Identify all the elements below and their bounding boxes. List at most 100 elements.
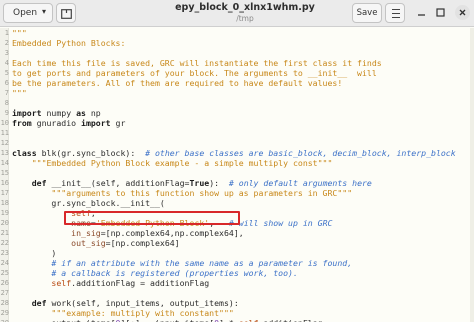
close-button[interactable] <box>455 5 470 20</box>
code-line[interactable]: 28 def work(self, input_items, output_it… <box>0 298 474 308</box>
code-line[interactable]: 19 self, <box>0 208 474 218</box>
minimize-button[interactable] <box>414 5 429 20</box>
line-number: 24 <box>0 259 9 267</box>
code-line[interactable]: 3 <box>0 48 474 58</box>
line-number: 5 <box>4 69 9 77</box>
code-token: , <box>90 208 96 218</box>
line-number: 20 <box>0 219 9 227</box>
code-token: 'Embedded Python Block' <box>95 218 210 228</box>
code-line[interactable]: 9 import numpy as np <box>0 108 474 118</box>
code-token: # will show up in GRC <box>228 218 333 228</box>
window-title: epy_block_0_xlnx1whm.py /tmp <box>140 2 350 23</box>
code-line[interactable]: 18 gr.sync_block.__init__( <box>0 198 474 208</box>
code-token: =[np.complex64,np.complex64], <box>100 228 244 238</box>
code-line[interactable]: 25 # a callback is registered (propertie… <box>0 268 474 278</box>
maximize-button[interactable] <box>433 5 448 20</box>
code-token: import <box>12 108 42 118</box>
code-text: # a callback is registered (properties w… <box>12 268 298 278</box>
minimize-icon <box>418 14 425 16</box>
code-text: out_sig=[np.complex64] <box>12 238 179 248</box>
code-line[interactable]: 29 """example: multiply with constant""" <box>0 308 474 318</box>
code-token: ) <box>12 248 57 258</box>
code-line[interactable]: 8 <box>0 98 474 108</box>
code-line[interactable]: 10 from gnuradio import gr <box>0 118 474 128</box>
code-token: ): <box>209 178 229 188</box>
line-number: 1 <box>4 29 9 37</box>
code-line[interactable]: 27 <box>0 288 474 298</box>
code-line[interactable]: 12 <box>0 138 474 148</box>
code-token: True <box>189 178 210 188</box>
line-number: 25 <box>0 269 9 277</box>
code-token: , <box>209 218 229 228</box>
code-token: from <box>12 118 32 128</box>
code-line[interactable]: 26 self.additionFlag = additionFlag <box>0 278 474 288</box>
code-token: """ <box>12 88 27 98</box>
code-editor[interactable]: 1 """ 2 Embedded Python Blocks: 3 4 Each time … <box>0 28 474 322</box>
code-line[interactable]: 4 Each time this file is saved, GRC will … <box>0 58 474 68</box>
code-token: be the parameters. All of them are requi… <box>12 78 343 88</box>
new-tab-icon <box>61 9 72 19</box>
close-icon <box>459 9 466 16</box>
file-name: epy_block_0_xlnx1whm.py <box>175 2 315 13</box>
code-token: gr.sync_block.__init__( <box>12 198 165 208</box>
code-text: self.additionFlag = additionFlag <box>12 278 209 288</box>
open-button[interactable]: Open ▾ <box>3 3 53 23</box>
code-text: def work(self, input_items, output_items… <box>12 298 239 308</box>
new-document-button[interactable] <box>56 3 76 23</box>
line-number: 14 <box>0 159 9 167</box>
code-token: """ <box>12 28 27 38</box>
line-number: 15 <box>0 169 9 177</box>
code-line[interactable]: 2 Embedded Python Blocks: <box>0 38 474 48</box>
line-number: 7 <box>4 89 9 97</box>
code-token: """arguments to this function show up as… <box>12 188 353 198</box>
code-line[interactable]: 17 """arguments to this function show up… <box>0 188 474 198</box>
line-number: 10 <box>0 119 9 127</box>
open-button-label: Open <box>13 8 38 18</box>
line-number: 30 <box>0 318 9 322</box>
code-line[interactable]: 5 to get ports and parameters of your blo… <box>0 68 474 78</box>
code-text: Each time this file is saved, GRC will i… <box>12 58 382 68</box>
code-token: blk(gr.sync_block): <box>36 148 146 158</box>
code-token: np <box>85 108 101 118</box>
code-line[interactable]: 11 <box>0 128 474 138</box>
code-token: ] * <box>219 318 239 322</box>
code-text: class blk(gr.sync_block): # other base c… <box>12 148 456 158</box>
code-token: Each time this file is saved, GRC will i… <box>12 58 382 68</box>
code-line[interactable]: 14 """Embedded Python Block example - a … <box>0 158 474 168</box>
code-token: in_sig <box>12 228 101 238</box>
line-number: 22 <box>0 239 9 247</box>
menu-icon <box>392 9 400 11</box>
save-button[interactable]: Save <box>352 3 382 23</box>
line-number: 28 <box>0 299 9 307</box>
maximize-icon <box>436 8 445 17</box>
code-text: def __init__(self, additionFlag=True): #… <box>12 178 372 188</box>
code-token: """Embedded Python Block example - a sim… <box>12 158 333 168</box>
code-line[interactable]: 24 # if an attribute with the same name … <box>0 258 474 268</box>
code-text: gr.sync_block.__init__( <box>12 198 165 208</box>
code-text: import numpy as np <box>12 108 101 118</box>
code-token: # a callback is registered (properties w… <box>12 268 298 278</box>
code-token: out_sig <box>12 238 106 248</box>
line-number: 4 <box>4 59 9 67</box>
code-token: .additionFlag <box>259 318 323 322</box>
code-line[interactable]: 30 output_items[0][:] = input_items[0] *… <box>0 318 474 322</box>
code-line[interactable]: 20 name='Embedded Python Block', # will … <box>0 218 474 228</box>
code-line[interactable]: 16 def __init__(self, additionFlag=True)… <box>0 178 474 188</box>
hamburger-menu-button[interactable] <box>385 3 405 23</box>
code-token: class <box>12 148 37 158</box>
vertical-scrollbar[interactable] <box>470 28 474 322</box>
code-text: from gnuradio import gr <box>12 118 125 128</box>
line-number: 11 <box>0 129 9 137</box>
code-line[interactable]: 23 ) <box>0 248 474 258</box>
code-token: __init__(self, additionFlag= <box>46 178 190 188</box>
code-line[interactable]: 22 out_sig=[np.complex64] <box>0 238 474 248</box>
code-line[interactable]: 15 <box>0 168 474 178</box>
code-line[interactable]: 21 in_sig=[np.complex64,np.complex64], <box>0 228 474 238</box>
code-token: ][:] = input_items[ <box>120 318 214 322</box>
code-line[interactable]: 6 be the parameters. All of them are requ… <box>0 78 474 88</box>
code-line[interactable]: 1 """ <box>0 28 474 38</box>
code-line[interactable]: 13 class blk(gr.sync_block): # other base… <box>0 148 474 158</box>
code-line[interactable]: 7 """ <box>0 88 474 98</box>
line-number: 26 <box>0 279 9 287</box>
code-text: """Embedded Python Block example - a sim… <box>12 158 333 168</box>
